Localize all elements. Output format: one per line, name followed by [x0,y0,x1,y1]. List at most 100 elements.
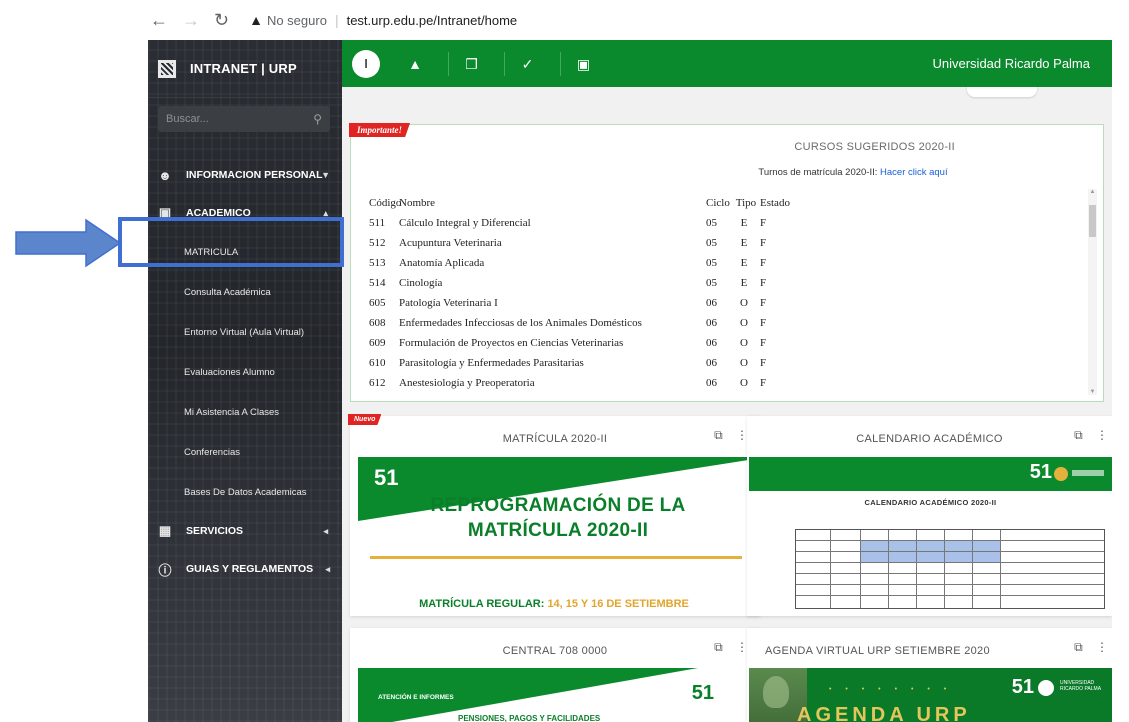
turnos-text: Turnos de matrícula 2020-II: [758,167,878,178]
chevron-left-icon: ◂ [323,525,328,536]
course-code: 610 [369,357,386,369]
sidebar-subitem-bases-de-datos[interactable]: Bases De Datos Academicas [148,472,342,512]
table-row: 608 Enfermedades Infecciosas de los Anima… [369,313,1089,333]
course-ciclo: 05 [706,237,717,249]
sidebar: INTRANET | URP ⚲ ☻ INFORMACION PERSONAL … [148,40,342,722]
calendar-icon[interactable]: ▣ [560,51,606,76]
course-ciclo: 05 [706,217,717,229]
user-avatar[interactable]: I [352,49,380,78]
courses-table: Código Nombre Ciclo Tipo Estado 511 Cálcu… [369,193,1089,398]
browser-bar: ← → ↻ ▲ No seguro | test.urp.edu.pe/Intr… [0,0,1129,40]
sidebar-item-guias-y-reglamentos[interactable]: ⓘ GUIAS Y REGLAMENTOS ◂ [148,550,342,588]
user-icon: ☻ [158,167,172,183]
table-row: 513 Anatomía Aplicada 05 E F [369,253,1089,273]
open-external-icon[interactable]: ⧉ [714,640,723,654]
course-code: 608 [369,317,386,329]
sidebar-item-informacion-personal[interactable]: ☻ INFORMACION PERSONAL ▼ [148,156,342,194]
matricula-banner[interactable]: 51 REPROGRAMACIÓN DE LA MATRÍCULA 2020-I… [358,457,750,615]
more-vertical-icon[interactable]: ⋮ [1096,428,1108,442]
course-name: Formulación de Proyectos en Ciencias Vet… [399,337,624,349]
course-name: Parasitología y Enfermedades Parasitaria… [399,357,584,369]
banner-gold-line [370,556,742,559]
course-name: Cinología [399,277,443,289]
course-ciclo: 06 [706,337,717,349]
url-separator: | [334,12,339,28]
sidebar-item-label: SERVICIOS [186,525,243,537]
open-external-icon[interactable]: ⧉ [1074,640,1083,654]
table-row: 609 Formulación de Proyectos en Ciencias … [369,333,1089,353]
annotation-highlight-box [118,217,344,267]
warning-icon[interactable]: ▲ [249,12,263,28]
search-icon[interactable]: ⚲ [313,112,322,126]
sidebar-title[interactable]: INTRANET | URP [190,61,297,76]
atencion-label: ATENCIÓN E INFORMES [378,694,454,701]
course-ciclo: 06 [706,297,717,309]
open-external-icon[interactable]: ⧉ [1074,428,1083,442]
sidebar-item-label: INFORMACION PERSONAL [186,169,323,181]
central-banner[interactable]: ATENCIÓN E INFORMES 51 PENSIONES, PAGOS … [358,668,750,722]
top-navbar: I ▲ ❐ ✓ ▣ Universidad Ricardo Palma [342,40,1112,87]
sidebar-subitem-entorno-virtual[interactable]: Entorno Virtual (Aula Virtual) [148,312,342,352]
course-estado: F [760,317,767,329]
turnos-link[interactable]: Hacer click aquí [880,167,948,178]
calendar-title: CALENDARIO ACADÉMICO 2020-II [864,498,997,507]
calendar-banner-header: 51 [749,457,1112,491]
turnos-line: Turnos de matrícula 2020-II: Hacer click… [351,167,1105,178]
main-content: Importante! CURSOS SUGERIDOS 2020-II Tur… [342,87,1112,722]
scroll-down-icon[interactable]: ▼ [1088,389,1097,395]
urp-51-logo: 51 [374,465,399,490]
copy-icon[interactable]: ❐ [448,51,494,76]
urp-51-logo: 51 [1011,676,1034,698]
grid-icon: ▦ [158,523,172,538]
urp-51-logo: 51 [691,682,714,704]
course-code: 514 [369,277,386,289]
graduation-cap-icon[interactable]: ▲ [392,52,438,76]
sidebar-subitem-evaluaciones-alumno[interactable]: Evaluaciones Alumno [148,352,342,392]
course-name: Cálculo Integral y Diferencial [399,217,531,229]
courses-scrollbar[interactable]: ▲ ▼ [1088,189,1097,395]
more-vertical-icon[interactable]: ⋮ [1096,640,1108,654]
course-estado: F [760,357,767,369]
agenda-banner[interactable]: • • • • • • • • 51 UNIVERSIDAD RICARDO P… [749,668,1112,722]
annotation-arrow-icon [15,218,122,268]
agenda-card: AGENDA VIRTUAL URP SETIEMBRE 2020 ⧉ ⋮ • … [747,628,1112,722]
scroll-up-icon[interactable]: ▲ [1088,189,1097,195]
sidebar-subitem-consulta-academica[interactable]: Consulta Académica [148,272,342,312]
course-estado: F [760,377,767,389]
address-url[interactable]: test.urp.edu.pe/Intranet/home [347,13,518,28]
university-seal-icon [1038,680,1054,696]
university-wordmark [1072,470,1104,476]
grid-col-line [860,530,861,608]
matricula-card: Nuevo MATRÍCULA 2020-II ⧉ ⋮ 51 REPROGRAM… [348,414,760,616]
forward-arrow-icon[interactable]: → [182,10,200,31]
header-name: Nombre [399,197,436,209]
calendario-banner[interactable]: 51 CALENDARIO ACADÉMICO 2020-II [749,457,1112,615]
back-arrow-icon[interactable]: ← [150,10,168,31]
check-icon[interactable]: ✓ [504,51,550,76]
course-ciclo: 05 [706,277,717,289]
card-actions: ⧉ ⋮ [1064,428,1108,443]
course-code: 513 [369,257,386,269]
grid-col-line [972,530,973,608]
scrollbar-thumb[interactable] [1089,205,1096,237]
course-tipo: O [740,377,748,389]
chevron-left-icon: ◂ [325,563,330,574]
search-input[interactable] [166,113,296,125]
card-actions: ⧉ ⋮ [704,428,748,443]
insecure-label[interactable]: No seguro [267,13,327,28]
sidebar-item-servicios[interactable]: ▦ SERVICIOS ◂ [148,512,342,550]
sidebar-item-label: GUIAS Y REGLAMENTOS [186,563,314,575]
help-icon: ⓘ [158,562,172,578]
table-row: 512 Acupuntura Veterinaria 05 E F [369,233,1089,253]
course-name: Patología Veterinaria I [399,297,498,309]
sidebar-subitem-mi-asistencia[interactable]: Mi Asistencia A Clases [148,392,342,432]
table-row: 511 Cálculo Integral y Diferencial 05 E F [369,213,1089,233]
sidebar-subitem-conferencias[interactable]: Conferencias [148,432,342,472]
course-tipo: E [740,217,748,229]
grid-row-line [796,595,1104,596]
cursos-sugeridos-card: Importante! CURSOS SUGERIDOS 2020-II Tur… [349,123,1105,402]
course-ciclo: 05 [706,257,717,269]
reload-icon[interactable]: ↻ [214,10,229,31]
calendario-card-title: CALENDARIO ACADÉMICO [856,433,1003,445]
open-external-icon[interactable]: ⧉ [714,428,723,442]
